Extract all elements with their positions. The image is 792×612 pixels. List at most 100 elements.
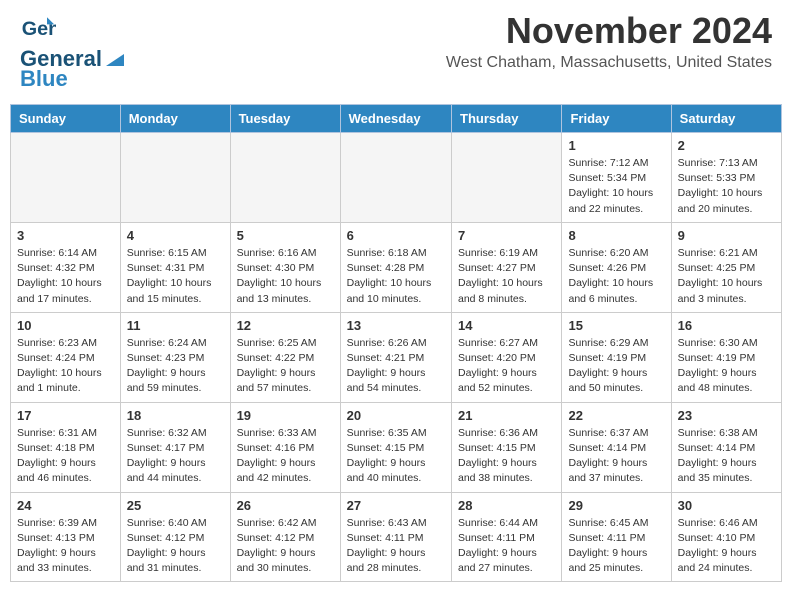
day-info: Sunrise: 6:14 AM Sunset: 4:32 PM Dayligh…: [17, 246, 114, 307]
day-number: 2: [678, 138, 775, 153]
month-title: November 2024: [446, 10, 772, 52]
calendar-day-cell: 10Sunrise: 6:23 AM Sunset: 4:24 PM Dayli…: [11, 312, 121, 402]
day-info: Sunrise: 6:25 AM Sunset: 4:22 PM Dayligh…: [237, 336, 334, 397]
day-number: 3: [17, 228, 114, 243]
weekday-header-row: SundayMondayTuesdayWednesdayThursdayFrid…: [11, 105, 782, 133]
calendar-day-cell: 18 Sunrise: 6:32 AM Sunset: 4:17 PM Dayli…: [120, 402, 230, 492]
day-number: 24: [17, 498, 114, 513]
day-number: 22: [568, 408, 664, 423]
calendar-day-cell: 16 Sunrise: 6:30 AM Sunset: 4:19 PM Dayli…: [671, 312, 781, 402]
calendar-day-cell: [452, 133, 562, 223]
calendar-day-cell: 4Sunrise: 6:15 AM Sunset: 4:31 PM Daylig…: [120, 222, 230, 312]
location: West Chatham, Massachusetts, United Stat…: [446, 54, 772, 72]
day-info: Sunrise: 6:37 AM Sunset: 4:14 PM Dayligh…: [568, 426, 664, 487]
calendar-week-row: 1 Sunrise: 7:12 AM Sunset: 5:34 PM Daylig…: [11, 133, 782, 223]
calendar-table: SundayMondayTuesdayWednesdayThursdayFrid…: [10, 104, 782, 582]
day-number: 21: [458, 408, 555, 423]
day-info: Sunrise: 6:38 AM Sunset: 4:14 PM Dayligh…: [678, 426, 775, 487]
calendar-week-row: 17 Sunrise: 6:31 AM Sunset: 4:18 PM Dayli…: [11, 402, 782, 492]
calendar-day-cell: 24 Sunrise: 6:39 AM Sunset: 4:13 PM Dayli…: [11, 492, 121, 582]
calendar-day-cell: 7 Sunrise: 6:19 AM Sunset: 4:27 PM Daylig…: [452, 222, 562, 312]
title-section: November 2024 West Chatham, Massachusett…: [446, 10, 772, 72]
day-number: 10: [17, 318, 114, 333]
calendar-day-cell: 17 Sunrise: 6:31 AM Sunset: 4:18 PM Dayli…: [11, 402, 121, 492]
calendar-day-cell: [120, 133, 230, 223]
day-info: Sunrise: 6:27 AM Sunset: 4:20 PM Dayligh…: [458, 336, 555, 397]
calendar-day-cell: 20 Sunrise: 6:35 AM Sunset: 4:15 PM Dayli…: [340, 402, 451, 492]
day-number: 18: [127, 408, 224, 423]
calendar-day-cell: 23 Sunrise: 6:38 AM Sunset: 4:14 PM Dayli…: [671, 402, 781, 492]
page-header: General General Blue November 2024 West …: [0, 0, 792, 96]
day-info: Sunrise: 6:44 AM Sunset: 4:11 PM Dayligh…: [458, 516, 555, 577]
day-info: Sunrise: 6:32 AM Sunset: 4:17 PM Dayligh…: [127, 426, 224, 487]
day-info: Sunrise: 6:21 AM Sunset: 4:25 PM Dayligh…: [678, 246, 775, 307]
day-info: Sunrise: 6:24 AM Sunset: 4:23 PM Dayligh…: [127, 336, 224, 397]
day-info: Sunrise: 6:29 AM Sunset: 4:19 PM Dayligh…: [568, 336, 664, 397]
calendar-day-cell: 8 Sunrise: 6:20 AM Sunset: 4:26 PM Daylig…: [562, 222, 671, 312]
day-number: 11: [127, 318, 224, 333]
calendar-day-cell: 25 Sunrise: 6:40 AM Sunset: 4:12 PM Dayli…: [120, 492, 230, 582]
calendar-week-row: 3 Sunrise: 6:14 AM Sunset: 4:32 PM Daylig…: [11, 222, 782, 312]
weekday-header-cell: Monday: [120, 105, 230, 133]
day-number: 5: [237, 228, 334, 243]
day-info: Sunrise: 6:19 AM Sunset: 4:27 PM Dayligh…: [458, 246, 555, 307]
day-info: Sunrise: 7:12 AM Sunset: 5:34 PM Dayligh…: [568, 156, 664, 217]
day-number: 14: [458, 318, 555, 333]
day-number: 25: [127, 498, 224, 513]
calendar-day-cell: 26Sunrise: 6:42 AM Sunset: 4:12 PM Dayli…: [230, 492, 340, 582]
day-number: 8: [568, 228, 664, 243]
day-number: 17: [17, 408, 114, 423]
day-info: Sunrise: 6:39 AM Sunset: 4:13 PM Dayligh…: [17, 516, 114, 577]
day-number: 9: [678, 228, 775, 243]
calendar-day-cell: [11, 133, 121, 223]
calendar-body: 1 Sunrise: 7:12 AM Sunset: 5:34 PM Daylig…: [11, 133, 782, 582]
day-info: Sunrise: 6:20 AM Sunset: 4:26 PM Dayligh…: [568, 246, 664, 307]
calendar-week-row: 24 Sunrise: 6:39 AM Sunset: 4:13 PM Dayli…: [11, 492, 782, 582]
calendar-day-cell: [340, 133, 451, 223]
day-number: 16: [678, 318, 775, 333]
day-info: Sunrise: 6:45 AM Sunset: 4:11 PM Dayligh…: [568, 516, 664, 577]
logo-triangle-icon: [104, 48, 126, 70]
calendar-day-cell: 21Sunrise: 6:36 AM Sunset: 4:15 PM Dayli…: [452, 402, 562, 492]
day-info: Sunrise: 6:16 AM Sunset: 4:30 PM Dayligh…: [237, 246, 334, 307]
day-info: Sunrise: 6:30 AM Sunset: 4:19 PM Dayligh…: [678, 336, 775, 397]
weekday-header-cell: Sunday: [11, 105, 121, 133]
day-number: 6: [347, 228, 445, 243]
day-number: 29: [568, 498, 664, 513]
day-number: 26: [237, 498, 334, 513]
day-number: 15: [568, 318, 664, 333]
logo: General General Blue: [20, 10, 128, 92]
day-number: 12: [237, 318, 334, 333]
day-number: 30: [678, 498, 775, 513]
day-info: Sunrise: 6:33 AM Sunset: 4:16 PM Dayligh…: [237, 426, 334, 487]
day-number: 19: [237, 408, 334, 423]
weekday-header-cell: Friday: [562, 105, 671, 133]
calendar-day-cell: 22 Sunrise: 6:37 AM Sunset: 4:14 PM Dayli…: [562, 402, 671, 492]
day-info: Sunrise: 6:40 AM Sunset: 4:12 PM Dayligh…: [127, 516, 224, 577]
weekday-header-cell: Wednesday: [340, 105, 451, 133]
day-number: 13: [347, 318, 445, 333]
day-number: 7: [458, 228, 555, 243]
day-number: 23: [678, 408, 775, 423]
calendar-day-cell: 27Sunrise: 6:43 AM Sunset: 4:11 PM Dayli…: [340, 492, 451, 582]
weekday-header-cell: Thursday: [452, 105, 562, 133]
calendar-day-cell: 11 Sunrise: 6:24 AM Sunset: 4:23 PM Dayli…: [120, 312, 230, 402]
calendar-day-cell: 1 Sunrise: 7:12 AM Sunset: 5:34 PM Daylig…: [562, 133, 671, 223]
calendar-day-cell: 15 Sunrise: 6:29 AM Sunset: 4:19 PM Dayli…: [562, 312, 671, 402]
day-number: 4: [127, 228, 224, 243]
calendar-day-cell: 13 Sunrise: 6:26 AM Sunset: 4:21 PM Dayli…: [340, 312, 451, 402]
day-number: 1: [568, 138, 664, 153]
calendar-day-cell: 30 Sunrise: 6:46 AM Sunset: 4:10 PM Dayli…: [671, 492, 781, 582]
calendar-day-cell: 29 Sunrise: 6:45 AM Sunset: 4:11 PM Dayli…: [562, 492, 671, 582]
day-info: Sunrise: 6:26 AM Sunset: 4:21 PM Dayligh…: [347, 336, 445, 397]
day-info: Sunrise: 6:31 AM Sunset: 4:18 PM Dayligh…: [17, 426, 114, 487]
calendar-day-cell: 12 Sunrise: 6:25 AM Sunset: 4:22 PM Dayli…: [230, 312, 340, 402]
day-number: 20: [347, 408, 445, 423]
day-info: Sunrise: 6:35 AM Sunset: 4:15 PM Dayligh…: [347, 426, 445, 487]
day-info: Sunrise: 6:46 AM Sunset: 4:10 PM Dayligh…: [678, 516, 775, 577]
day-number: 28: [458, 498, 555, 513]
calendar-day-cell: 28 Sunrise: 6:44 AM Sunset: 4:11 PM Dayli…: [452, 492, 562, 582]
calendar-day-cell: 14 Sunrise: 6:27 AM Sunset: 4:20 PM Dayli…: [452, 312, 562, 402]
calendar-week-row: 10Sunrise: 6:23 AM Sunset: 4:24 PM Dayli…: [11, 312, 782, 402]
day-number: 27: [347, 498, 445, 513]
